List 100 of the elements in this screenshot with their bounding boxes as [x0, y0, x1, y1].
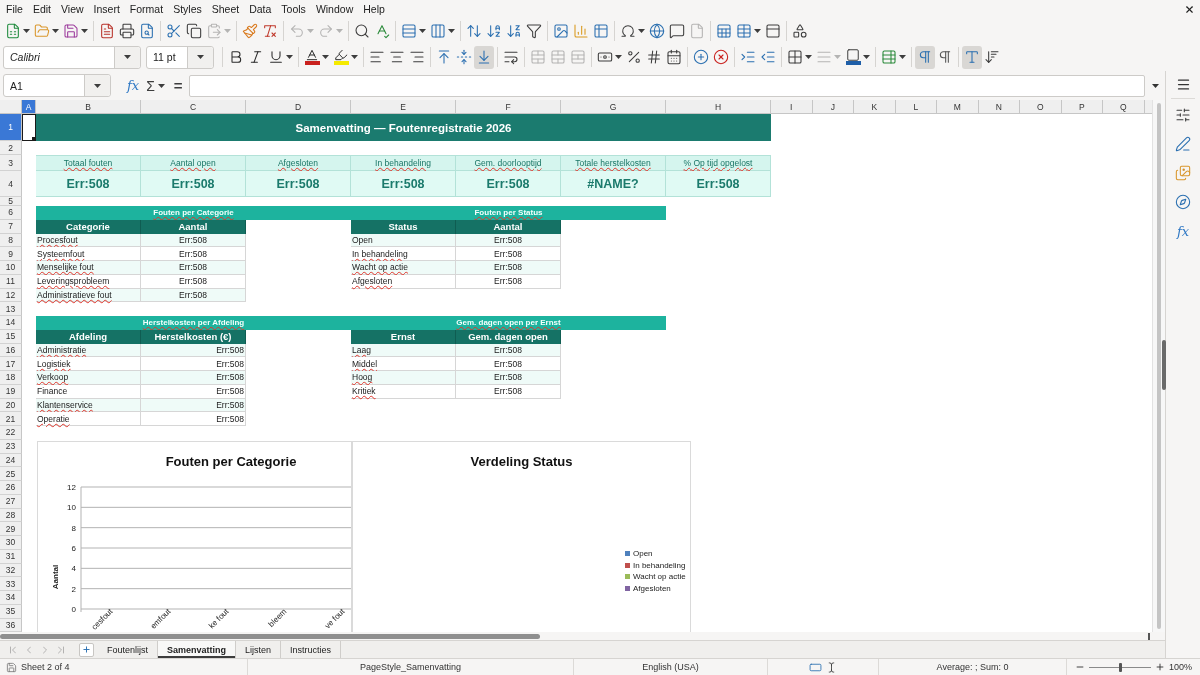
caret-icon	[124, 55, 131, 59]
column-header[interactable]: D	[246, 100, 351, 114]
align-left-icon	[369, 49, 385, 65]
axis-tick-label: 12	[67, 483, 76, 492]
horizontal-text-button[interactable]	[962, 45, 982, 69]
image-icon	[553, 22, 569, 39]
font-name-box[interactable]: Calibri	[3, 45, 141, 69]
sort-icon	[466, 22, 482, 39]
sheet-tab[interactable]: Lijsten	[236, 641, 282, 658]
circle-x-icon	[713, 49, 729, 65]
formula-input[interactable]	[188, 74, 1145, 97]
add-sheet-button[interactable]	[79, 642, 94, 657]
column-header[interactable]: Q	[1103, 100, 1145, 114]
functions-button[interactable]: fx	[1171, 219, 1195, 243]
menu-item[interactable]: Styles	[168, 0, 207, 18]
table-cell: Leveringsprobleem	[36, 274, 141, 289]
language: English (USA)	[642, 662, 699, 672]
column-header[interactable]: K	[854, 100, 896, 114]
row-header[interactable]: 26	[0, 481, 22, 495]
column-header[interactable]: N	[978, 100, 1020, 114]
column-header[interactable]: B	[36, 100, 141, 114]
document-icon	[99, 22, 115, 39]
row-header[interactable]: 33	[0, 577, 22, 591]
row-header[interactable]: 1	[0, 114, 22, 141]
plus-icon	[82, 645, 91, 654]
align-bottom-button[interactable]	[474, 45, 494, 69]
shapes-icon	[792, 22, 808, 39]
font-color-icon	[304, 48, 320, 66]
printer-icon	[119, 22, 135, 39]
spell-check-icon	[374, 22, 390, 39]
title-banner: Samenvatting — Foutenregistratie 2026	[36, 114, 771, 141]
ltr-button[interactable]	[915, 45, 935, 69]
sum-button[interactable]: Σ	[144, 77, 167, 94]
menu-item[interactable]: Format	[124, 0, 169, 18]
menu-item[interactable]: Window	[310, 0, 359, 18]
row-header[interactable]: 21	[0, 412, 22, 426]
row-header[interactable]: 9	[0, 247, 22, 261]
row-header[interactable]: 10	[0, 261, 22, 275]
dropdown-button[interactable]	[84, 75, 110, 96]
function-wizard-button[interactable]: fx	[125, 78, 142, 93]
scrollbar-thumb[interactable]	[1157, 103, 1161, 629]
row-header[interactable]: 14	[0, 316, 22, 330]
dropdown-button[interactable]	[187, 46, 213, 68]
caret-icon	[834, 55, 841, 59]
sidebar-collapse-handle[interactable]	[1162, 340, 1166, 390]
menu-item[interactable]: File	[1, 0, 28, 18]
row-header[interactable]: 29	[0, 522, 22, 536]
section-title-banner: Herstelkosten per Afdeling	[36, 316, 351, 330]
axis-tick-label: 4	[71, 564, 76, 574]
row-header[interactable]: 4	[0, 171, 22, 197]
row-header[interactable]: 2	[0, 141, 22, 155]
menu-item[interactable]: Edit	[27, 0, 56, 18]
section-title-banner: Fouten per Status	[351, 206, 666, 220]
row-header[interactable]: 18	[0, 371, 22, 385]
column-header[interactable]: P	[1061, 100, 1103, 114]
column-header[interactable]: L	[895, 100, 937, 114]
caret-icon	[157, 83, 165, 88]
table-cell: Systeemfout	[36, 247, 141, 261]
column-header[interactable]: A	[22, 100, 36, 114]
column-header[interactable]: J	[812, 100, 854, 114]
row-header[interactable]: 22	[0, 426, 22, 440]
menu-item[interactable]: Help	[358, 0, 390, 18]
close-icon	[1183, 3, 1195, 15]
caret-icon	[322, 55, 329, 59]
scrollbar-thumb[interactable]	[0, 633, 540, 639]
column-header[interactable]: H	[666, 100, 771, 114]
column-header[interactable]: O	[1020, 100, 1062, 114]
row-header[interactable]: 17	[0, 357, 22, 371]
caret-icon	[52, 28, 59, 33]
font-size-box[interactable]: 11 pt	[146, 45, 214, 69]
zoom-slider-thumb[interactable]	[1118, 662, 1122, 672]
kpi-value-cell: #NAME?	[561, 171, 666, 197]
column-header[interactable]: C	[141, 100, 246, 114]
row-header[interactable]: 6	[0, 206, 22, 220]
formula-button[interactable]: =	[171, 77, 185, 94]
column-header[interactable]: I	[771, 100, 813, 114]
column-header[interactable]: F	[456, 100, 561, 114]
column-header[interactable]: G	[561, 100, 666, 114]
type-icon	[964, 49, 980, 65]
menu-item[interactable]: Insert	[88, 0, 125, 18]
name-box[interactable]: A1	[3, 74, 111, 97]
menu-item[interactable]: Tools	[276, 0, 311, 18]
menu-item[interactable]: Data	[244, 0, 277, 18]
split-cells-icon	[570, 49, 586, 65]
row-header[interactable]: 3	[0, 155, 22, 171]
row-header[interactable]: 13	[0, 302, 22, 316]
dropdown-button[interactable]	[114, 46, 140, 68]
table-header-cell: Herstelkosten (€)	[141, 329, 246, 344]
sheet-tab[interactable]: Instructies	[281, 641, 342, 658]
column-header[interactable]: E	[351, 100, 456, 114]
column-header[interactable]: M	[937, 100, 979, 114]
row-header[interactable]: 25	[0, 467, 22, 481]
row-header[interactable]: 34	[0, 591, 22, 605]
sheet-tab[interactable]: Samenvatting	[158, 641, 237, 658]
caret-icon	[94, 83, 101, 88]
menu-item[interactable]: Sheet	[206, 0, 245, 18]
menu-item[interactable]: View	[56, 0, 89, 18]
kpi-label-cell: Gem. doorlooptijd	[456, 155, 561, 171]
zoom-in-button[interactable]	[1155, 661, 1165, 673]
row-header[interactable]: 30	[0, 536, 22, 550]
